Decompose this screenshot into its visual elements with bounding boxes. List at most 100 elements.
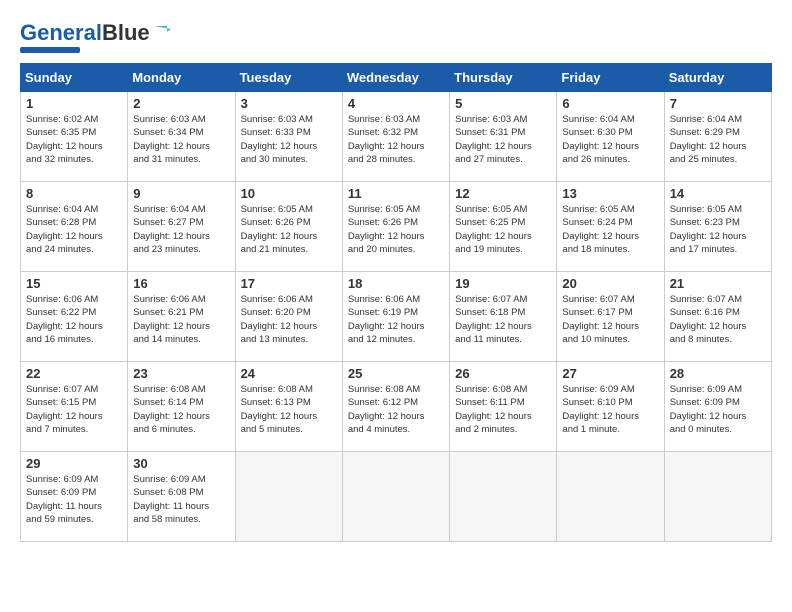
- day-info: Sunrise: 6:07 AM Sunset: 6:18 PM Dayligh…: [455, 293, 551, 346]
- calendar-cell: 6 Sunrise: 6:04 AM Sunset: 6:30 PM Daylig…: [557, 92, 664, 182]
- calendar-cell: 26 Sunrise: 6:08 AM Sunset: 6:11 PM Dayli…: [450, 362, 557, 452]
- calendar-cell: 17 Sunrise: 6:06 AM Sunset: 6:20 PM Dayli…: [235, 272, 342, 362]
- calendar-cell: 19 Sunrise: 6:07 AM Sunset: 6:18 PM Dayli…: [450, 272, 557, 362]
- logo-icon: [153, 22, 171, 40]
- day-number: 8: [26, 186, 122, 201]
- calendar-cell: 21 Sunrise: 6:07 AM Sunset: 6:16 PM Dayli…: [664, 272, 771, 362]
- calendar-cell: 8 Sunrise: 6:04 AM Sunset: 6:28 PM Daylig…: [21, 182, 128, 272]
- day-info: Sunrise: 6:08 AM Sunset: 6:12 PM Dayligh…: [348, 383, 444, 436]
- week-row-3: 15 Sunrise: 6:06 AM Sunset: 6:22 PM Dayli…: [21, 272, 772, 362]
- calendar-cell: 28 Sunrise: 6:09 AM Sunset: 6:09 PM Dayli…: [664, 362, 771, 452]
- header-monday: Monday: [128, 64, 235, 92]
- day-number: 18: [348, 276, 444, 291]
- day-number: 4: [348, 96, 444, 111]
- week-row-1: 1Sunrise: 6:02 AM Sunset: 6:35 PM Daylig…: [21, 92, 772, 182]
- calendar-cell: 18 Sunrise: 6:06 AM Sunset: 6:19 PM Dayli…: [342, 272, 449, 362]
- day-info: Sunrise: 6:07 AM Sunset: 6:16 PM Dayligh…: [670, 293, 766, 346]
- week-row-2: 8 Sunrise: 6:04 AM Sunset: 6:28 PM Daylig…: [21, 182, 772, 272]
- page-header: GeneralBlue: [20, 20, 772, 53]
- day-info: Sunrise: 6:09 AM Sunset: 6:09 PM Dayligh…: [26, 473, 122, 526]
- day-info: Sunrise: 6:03 AM Sunset: 6:32 PM Dayligh…: [348, 113, 444, 166]
- header-sunday: Sunday: [21, 64, 128, 92]
- calendar-cell: 14 Sunrise: 6:05 AM Sunset: 6:23 PM Dayli…: [664, 182, 771, 272]
- day-info: Sunrise: 6:05 AM Sunset: 6:26 PM Dayligh…: [241, 203, 337, 256]
- header-saturday: Saturday: [664, 64, 771, 92]
- calendar-cell: 22 Sunrise: 6:07 AM Sunset: 6:15 PM Dayli…: [21, 362, 128, 452]
- day-info: Sunrise: 6:05 AM Sunset: 6:25 PM Dayligh…: [455, 203, 551, 256]
- day-info: Sunrise: 6:08 AM Sunset: 6:14 PM Dayligh…: [133, 383, 229, 436]
- calendar-cell: 9 Sunrise: 6:04 AM Sunset: 6:27 PM Daylig…: [128, 182, 235, 272]
- day-number: 2: [133, 96, 229, 111]
- calendar-cell: 23 Sunrise: 6:08 AM Sunset: 6:14 PM Dayli…: [128, 362, 235, 452]
- header-thursday: Thursday: [450, 64, 557, 92]
- day-info: Sunrise: 6:03 AM Sunset: 6:33 PM Dayligh…: [241, 113, 337, 166]
- day-number: 24: [241, 366, 337, 381]
- day-info: Sunrise: 6:09 AM Sunset: 6:10 PM Dayligh…: [562, 383, 658, 436]
- calendar-cell: 16 Sunrise: 6:06 AM Sunset: 6:21 PM Dayli…: [128, 272, 235, 362]
- day-info: Sunrise: 6:05 AM Sunset: 6:26 PM Dayligh…: [348, 203, 444, 256]
- week-row-5: 29 Sunrise: 6:09 AM Sunset: 6:09 PM Dayli…: [21, 452, 772, 542]
- day-number: 5: [455, 96, 551, 111]
- day-number: 9: [133, 186, 229, 201]
- day-number: 20: [562, 276, 658, 291]
- header-wednesday: Wednesday: [342, 64, 449, 92]
- day-number: 21: [670, 276, 766, 291]
- header-row: SundayMondayTuesdayWednesdayThursdayFrid…: [21, 64, 772, 92]
- day-number: 7: [670, 96, 766, 111]
- day-info: Sunrise: 6:07 AM Sunset: 6:17 PM Dayligh…: [562, 293, 658, 346]
- day-info: Sunrise: 6:09 AM Sunset: 6:09 PM Dayligh…: [670, 383, 766, 436]
- calendar-cell: 30Sunrise: 6:09 AM Sunset: 6:08 PM Dayli…: [128, 452, 235, 542]
- logo: GeneralBlue: [20, 20, 171, 53]
- calendar-cell: 25Sunrise: 6:08 AM Sunset: 6:12 PM Dayli…: [342, 362, 449, 452]
- day-number: 12: [455, 186, 551, 201]
- calendar-cell: [235, 452, 342, 542]
- day-number: 27: [562, 366, 658, 381]
- day-number: 26: [455, 366, 551, 381]
- day-number: 13: [562, 186, 658, 201]
- calendar-cell: 5Sunrise: 6:03 AM Sunset: 6:31 PM Daylig…: [450, 92, 557, 182]
- day-info: Sunrise: 6:08 AM Sunset: 6:13 PM Dayligh…: [241, 383, 337, 436]
- day-info: Sunrise: 6:04 AM Sunset: 6:27 PM Dayligh…: [133, 203, 229, 256]
- day-info: Sunrise: 6:06 AM Sunset: 6:22 PM Dayligh…: [26, 293, 122, 346]
- day-info: Sunrise: 6:05 AM Sunset: 6:23 PM Dayligh…: [670, 203, 766, 256]
- day-number: 15: [26, 276, 122, 291]
- calendar-cell: 20 Sunrise: 6:07 AM Sunset: 6:17 PM Dayli…: [557, 272, 664, 362]
- day-number: 22: [26, 366, 122, 381]
- day-info: Sunrise: 6:06 AM Sunset: 6:20 PM Dayligh…: [241, 293, 337, 346]
- day-number: 6: [562, 96, 658, 111]
- day-info: Sunrise: 6:04 AM Sunset: 6:29 PM Dayligh…: [670, 113, 766, 166]
- calendar-cell: 13 Sunrise: 6:05 AM Sunset: 6:24 PM Dayli…: [557, 182, 664, 272]
- calendar-cell: 3 Sunrise: 6:03 AM Sunset: 6:33 PM Daylig…: [235, 92, 342, 182]
- day-info: Sunrise: 6:04 AM Sunset: 6:30 PM Dayligh…: [562, 113, 658, 166]
- day-number: 16: [133, 276, 229, 291]
- day-number: 29: [26, 456, 122, 471]
- day-number: 19: [455, 276, 551, 291]
- day-info: Sunrise: 6:08 AM Sunset: 6:11 PM Dayligh…: [455, 383, 551, 436]
- day-number: 14: [670, 186, 766, 201]
- day-info: Sunrise: 6:06 AM Sunset: 6:19 PM Dayligh…: [348, 293, 444, 346]
- calendar-cell: [557, 452, 664, 542]
- day-info: Sunrise: 6:05 AM Sunset: 6:24 PM Dayligh…: [562, 203, 658, 256]
- day-number: 28: [670, 366, 766, 381]
- day-number: 23: [133, 366, 229, 381]
- calendar-cell: [664, 452, 771, 542]
- calendar-cell: 29 Sunrise: 6:09 AM Sunset: 6:09 PM Dayli…: [21, 452, 128, 542]
- logo-bar: [20, 47, 80, 53]
- calendar-cell: 2 Sunrise: 6:03 AM Sunset: 6:34 PM Daylig…: [128, 92, 235, 182]
- day-info: Sunrise: 6:06 AM Sunset: 6:21 PM Dayligh…: [133, 293, 229, 346]
- calendar-cell: [342, 452, 449, 542]
- calendar-cell: 11Sunrise: 6:05 AM Sunset: 6:26 PM Dayli…: [342, 182, 449, 272]
- day-number: 10: [241, 186, 337, 201]
- day-info: Sunrise: 6:03 AM Sunset: 6:34 PM Dayligh…: [133, 113, 229, 166]
- day-info: Sunrise: 6:04 AM Sunset: 6:28 PM Dayligh…: [26, 203, 122, 256]
- header-tuesday: Tuesday: [235, 64, 342, 92]
- calendar-cell: 10 Sunrise: 6:05 AM Sunset: 6:26 PM Dayli…: [235, 182, 342, 272]
- calendar-cell: 4 Sunrise: 6:03 AM Sunset: 6:32 PM Daylig…: [342, 92, 449, 182]
- day-number: 17: [241, 276, 337, 291]
- calendar-cell: 1Sunrise: 6:02 AM Sunset: 6:35 PM Daylig…: [21, 92, 128, 182]
- day-number: 3: [241, 96, 337, 111]
- day-info: Sunrise: 6:09 AM Sunset: 6:08 PM Dayligh…: [133, 473, 229, 526]
- calendar-cell: [450, 452, 557, 542]
- day-info: Sunrise: 6:07 AM Sunset: 6:15 PM Dayligh…: [26, 383, 122, 436]
- calendar-table: SundayMondayTuesdayWednesdayThursdayFrid…: [20, 63, 772, 542]
